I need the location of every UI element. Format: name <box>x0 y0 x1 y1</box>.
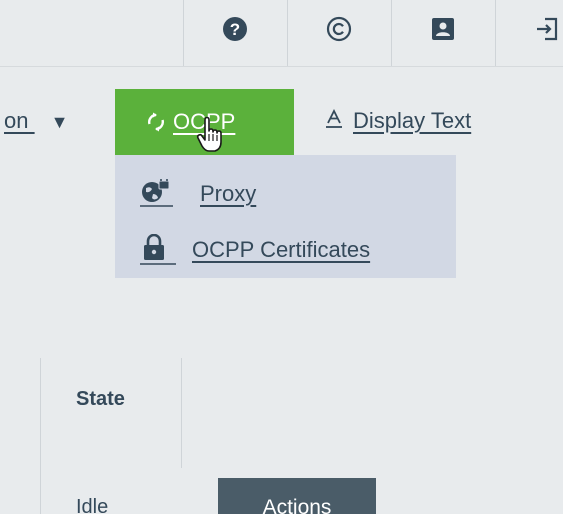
help-button[interactable]: ? <box>220 14 250 44</box>
copyright-button[interactable] <box>324 14 354 44</box>
dropdown-item-ocpp-certificates-label: OCPP Certificates <box>192 237 371 262</box>
globe-lock-icon <box>140 179 173 207</box>
menu-item-partial[interactable]: on ▼ <box>4 108 68 134</box>
toolbar-separator <box>183 0 184 66</box>
dropdown-item-proxy[interactable]: Proxy <box>140 176 256 212</box>
logout-icon <box>537 17 558 41</box>
table-column-divider <box>40 358 41 514</box>
text-format-icon <box>326 108 342 128</box>
menu-item-partial-label: on <box>4 108 29 133</box>
top-toolbar: ? <box>0 0 563 67</box>
dropdown-item-proxy-label: Proxy <box>200 181 257 206</box>
sync-icon <box>148 112 164 132</box>
state-column-header: State <box>76 388 125 410</box>
display-text-menu-item[interactable]: Display Text <box>325 108 471 134</box>
help-icon: ? <box>223 17 247 41</box>
contact-card-button[interactable] <box>428 14 458 44</box>
chevron-down-icon: ▼ <box>50 112 69 132</box>
logout-button[interactable] <box>532 14 562 44</box>
dropdown-item-ocpp-certificates[interactable]: OCPP Certificates <box>140 232 370 268</box>
page: ? on ▼ OCPP Display Text Proxy OCPP Cert… <box>0 0 563 514</box>
lock-icon <box>140 234 176 265</box>
toolbar-separator <box>287 0 288 66</box>
display-text-label: Display Text <box>353 108 472 133</box>
hand-cursor-icon <box>196 116 222 152</box>
copyright-icon <box>326 16 352 42</box>
toolbar-separator <box>391 0 392 66</box>
contact-card-icon <box>432 18 454 40</box>
help-glyph: ? <box>230 20 240 39</box>
actions-button[interactable]: Actions <box>218 478 376 514</box>
toolbar-separator <box>495 0 496 66</box>
ocpp-dropdown-menu: Proxy OCPP Certificates <box>115 155 456 278</box>
table-column-divider <box>181 358 182 468</box>
table-cell-state: Idle <box>76 496 109 514</box>
